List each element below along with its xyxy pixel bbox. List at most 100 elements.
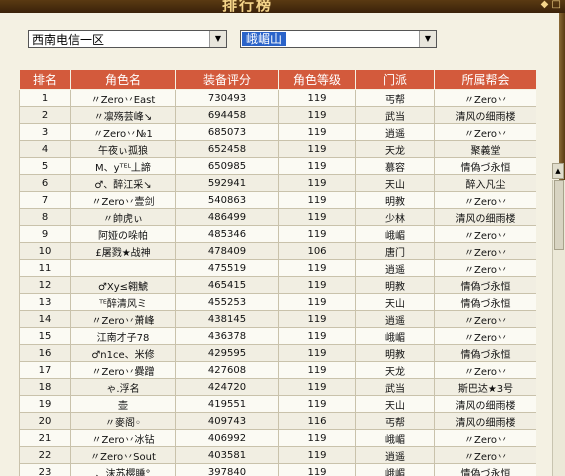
- cell-school: 逍遥: [355, 259, 435, 277]
- cell-rank: 6: [19, 174, 71, 192]
- cell-rank: 17: [19, 361, 71, 379]
- cell-guild: 情偽づ永恒: [434, 157, 536, 175]
- cell-rank: 22: [19, 446, 71, 464]
- table-row[interactable]: 9 阿娅の哚帕 485346 119 峨嵋 〃Zero丷: [19, 225, 536, 243]
- column-header-guild[interactable]: 所属帮会: [434, 69, 536, 90]
- cell-school: 明教: [355, 191, 435, 209]
- cell-rank: 15: [19, 327, 71, 345]
- cell-score: 424720: [175, 378, 279, 396]
- scroll-up-button[interactable]: ▲: [552, 163, 564, 179]
- table-row[interactable]: 12 ♂Xy≤翱鯱 465415 119 明教 情偽づ永恒: [19, 276, 536, 294]
- column-header-rank[interactable]: 排名: [19, 69, 71, 90]
- table-row[interactable]: 8 〃帥虎ぃ 486499 119 少林 清风の细雨楼: [19, 208, 536, 226]
- table-row[interactable]: 14 〃Zero丷萧峰 438145 119 逍遥 〃Zero丷: [19, 310, 536, 328]
- cell-rank: 4: [19, 140, 71, 158]
- table-row[interactable]: 13 ᵀᴱ醉清风ミ 455253 119 天山 情偽づ永恒: [19, 293, 536, 311]
- cell-level: 119: [278, 446, 356, 464]
- cell-guild: 〃Zero丷: [434, 123, 536, 141]
- table-row[interactable]: 2 〃凛殇芸峰↘ 694458 119 武当 清风の细雨楼: [19, 106, 536, 124]
- cell-guild: 〃Zero丷: [434, 446, 536, 464]
- cell-name: 〃凛殇芸峰↘: [70, 106, 176, 124]
- cell-rank: 8: [19, 208, 71, 226]
- table-row[interactable]: 1 〃Zero丷East 730493 119 丐帮 〃Zero丷: [19, 89, 536, 107]
- region-select[interactable]: 西南电信一区 ▼: [28, 30, 227, 48]
- table-row[interactable]: 7 〃Zero丷壹剑 540863 119 明教 〃Zero丷: [19, 191, 536, 209]
- chevron-down-icon[interactable]: ▼: [419, 31, 436, 47]
- cell-level: 119: [278, 293, 356, 311]
- server-select[interactable]: 峨嵋山 ▼: [240, 30, 437, 48]
- cell-name: 壶: [70, 395, 176, 413]
- table-row[interactable]: 23 、沫苏樱睡° 397840 119 峨嵋 情偽づ永恒: [19, 463, 536, 476]
- cell-name: [70, 259, 176, 277]
- cell-level: 119: [278, 378, 356, 396]
- cell-score: 438145: [175, 310, 279, 328]
- table-row[interactable]: 10 £屠戮★战神 478409 106 唐门 〃Zero丷: [19, 242, 536, 260]
- table-row[interactable]: 22 〃Zero丷Sout 403581 119 逍遥 〃Zero丷: [19, 446, 536, 464]
- cell-rank: 5: [19, 157, 71, 175]
- cell-name: 〃Zero丷冰钻: [70, 429, 176, 447]
- column-header-school[interactable]: 门派: [355, 69, 435, 90]
- column-header-level[interactable]: 角色等级: [278, 69, 356, 90]
- cell-guild: 醉入凡尘: [434, 174, 536, 192]
- table-row[interactable]: 17 〃Zero丷爨蹭 427608 119 天龙 〃Zero丷: [19, 361, 536, 379]
- cell-level: 119: [278, 89, 356, 107]
- close-icon[interactable]: ◆ □: [523, 0, 561, 12]
- cell-school: 丐帮: [355, 89, 435, 107]
- cell-name: ♂Xy≤翱鯱: [70, 276, 176, 294]
- cell-guild: 清风の细雨楼: [434, 412, 536, 430]
- cell-rank: 16: [19, 344, 71, 362]
- cell-name: ♂、醉江采↘: [70, 174, 176, 192]
- cell-level: 119: [278, 174, 356, 192]
- cell-score: 406992: [175, 429, 279, 447]
- cell-guild: 情偽づ永恒: [434, 463, 536, 476]
- cell-rank: 23: [19, 463, 71, 476]
- cell-school: 天山: [355, 395, 435, 413]
- cell-level: 119: [278, 123, 356, 141]
- cell-school: 峨嵋: [355, 429, 435, 447]
- chevron-down-icon[interactable]: ▼: [209, 31, 226, 47]
- cell-level: 119: [278, 208, 356, 226]
- cell-school: 峨嵋: [355, 225, 435, 243]
- cell-name: 、沫苏樱睡°: [70, 463, 176, 476]
- cell-name: ♂n1ce、米修: [70, 344, 176, 362]
- cell-score: 540863: [175, 191, 279, 209]
- column-header-score[interactable]: 装备评分: [175, 69, 279, 90]
- cell-name: 〃Zero丷壹剑: [70, 191, 176, 209]
- cell-school: 逍遥: [355, 446, 435, 464]
- cell-score: 427608: [175, 361, 279, 379]
- cell-level: 119: [278, 140, 356, 158]
- table-row[interactable]: 21 〃Zero丷冰钻 406992 119 峨嵋 〃Zero丷: [19, 429, 536, 447]
- cell-rank: 14: [19, 310, 71, 328]
- cell-name: £屠戮★战神: [70, 242, 176, 260]
- cell-name: 〃Zero丷№1: [70, 123, 176, 141]
- cell-guild: 聚義堂: [434, 140, 536, 158]
- cell-level: 119: [278, 310, 356, 328]
- table-row[interactable]: 11 475519 119 逍遥 〃Zero丷: [19, 259, 536, 277]
- table-row[interactable]: 4 午夜ぃ孤狼 652458 119 天龙 聚義堂: [19, 140, 536, 158]
- cell-score: 465415: [175, 276, 279, 294]
- cell-rank: 13: [19, 293, 71, 311]
- column-header-name[interactable]: 角色名: [70, 69, 176, 90]
- cell-name: ᵀᴱ醉清风ミ: [70, 293, 176, 311]
- cell-rank: 10: [19, 242, 71, 260]
- ranking-table-container: 排名 角色名 装备评分 角色等级 门派 所属帮会 1 〃Zero丷East 7304…: [19, 69, 536, 476]
- cell-guild: 情偽づ永恒: [434, 293, 536, 311]
- scroll-thumb[interactable]: [554, 180, 564, 250]
- table-row[interactable]: 18 ゃ.浮名 424720 119 武当 斯巴达★3号: [19, 378, 536, 396]
- cell-rank: 19: [19, 395, 71, 413]
- cell-level: 119: [278, 191, 356, 209]
- table-row[interactable]: 6 ♂、醉江采↘ 592941 119 天山 醉入凡尘: [19, 174, 536, 192]
- cell-guild: 斯巴达★3号: [434, 378, 536, 396]
- table-row[interactable]: 19 壶 419551 119 天山 清风の细雨楼: [19, 395, 536, 413]
- cell-guild: 清风の细雨楼: [434, 208, 536, 226]
- table-row[interactable]: 5 M、yᵀᴱᴸ丄諦 650985 119 慕容 情偽づ永恒: [19, 157, 536, 175]
- cell-score: 429595: [175, 344, 279, 362]
- cell-name: M、yᵀᴱᴸ丄諦: [70, 157, 176, 175]
- table-row[interactable]: 16 ♂n1ce、米修 429595 119 明教 情偽づ永恒: [19, 344, 536, 362]
- table-row[interactable]: 3 〃Zero丷№1 685073 119 逍遥 〃Zero丷: [19, 123, 536, 141]
- scrollbar[interactable]: [552, 180, 565, 476]
- cell-rank: 7: [19, 191, 71, 209]
- cell-score: 730493: [175, 89, 279, 107]
- table-row[interactable]: 15 江南才子78 436378 119 峨嵋 〃Zero丷: [19, 327, 536, 345]
- table-row[interactable]: 20 〃麥阁◦ 409743 116 丐帮 清风の细雨楼: [19, 412, 536, 430]
